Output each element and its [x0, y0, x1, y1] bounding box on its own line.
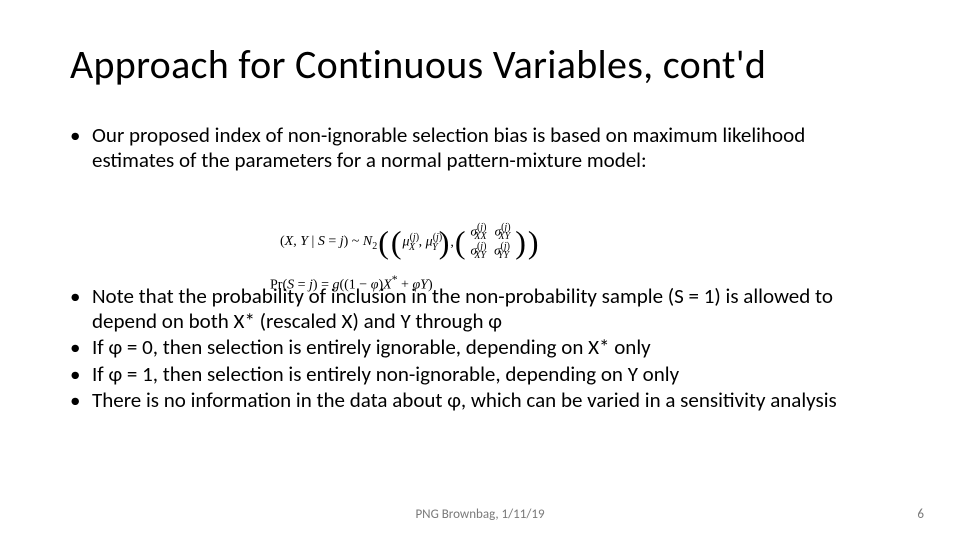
footer-text: PNG Brownbag, 1/11/19 [0, 507, 960, 522]
bullet-list-bottom: Note that the probability of inclusion i… [70, 284, 890, 413]
bullet-item: There is no information in the data abou… [70, 388, 890, 413]
page-number: 6 [917, 507, 924, 522]
bullet-item: Our proposed index of non-ignorable sele… [70, 123, 890, 172]
slide: Approach for Continuous Variables, cont'… [0, 0, 960, 540]
bullet-item: If φ = 0, then selection is entirely ign… [70, 335, 890, 360]
bullet-list-top: Our proposed index of non-ignorable sele… [70, 123, 890, 172]
slide-title: Approach for Continuous Variables, cont'… [70, 40, 890, 89]
bullet-item: Note that the probability of inclusion i… [70, 284, 890, 333]
bullet-item: If φ = 1, then selection is entirely non… [70, 362, 890, 387]
formula-distribution: (X, Y | S = j) ~ N2 ( ( μ(j)X , μ(j)Y ) … [280, 223, 540, 262]
